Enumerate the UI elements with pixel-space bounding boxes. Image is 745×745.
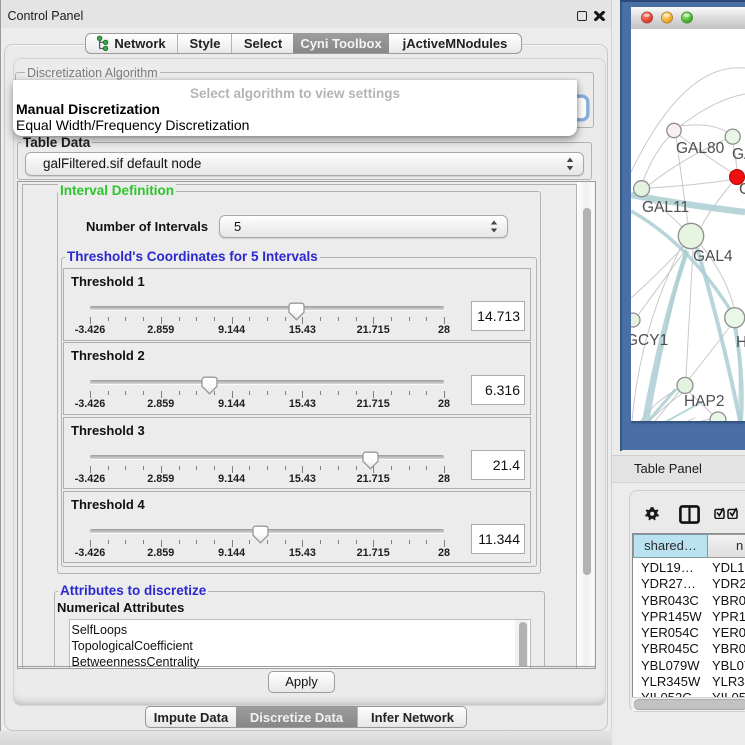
svg-text:HIS4: HIS4 (736, 334, 745, 351)
svg-text:GAL4: GAL4 (693, 248, 733, 265)
svg-text:GAL80: GAL80 (676, 140, 725, 157)
svg-text:GCN4: GCN4 (739, 181, 745, 198)
svg-text:GAL3: GAL3 (732, 146, 745, 163)
svg-text:GAL11: GAL11 (642, 199, 689, 216)
svg-text:HAP2: HAP2 (684, 393, 725, 410)
svg-text:GCY1: GCY1 (631, 332, 668, 349)
